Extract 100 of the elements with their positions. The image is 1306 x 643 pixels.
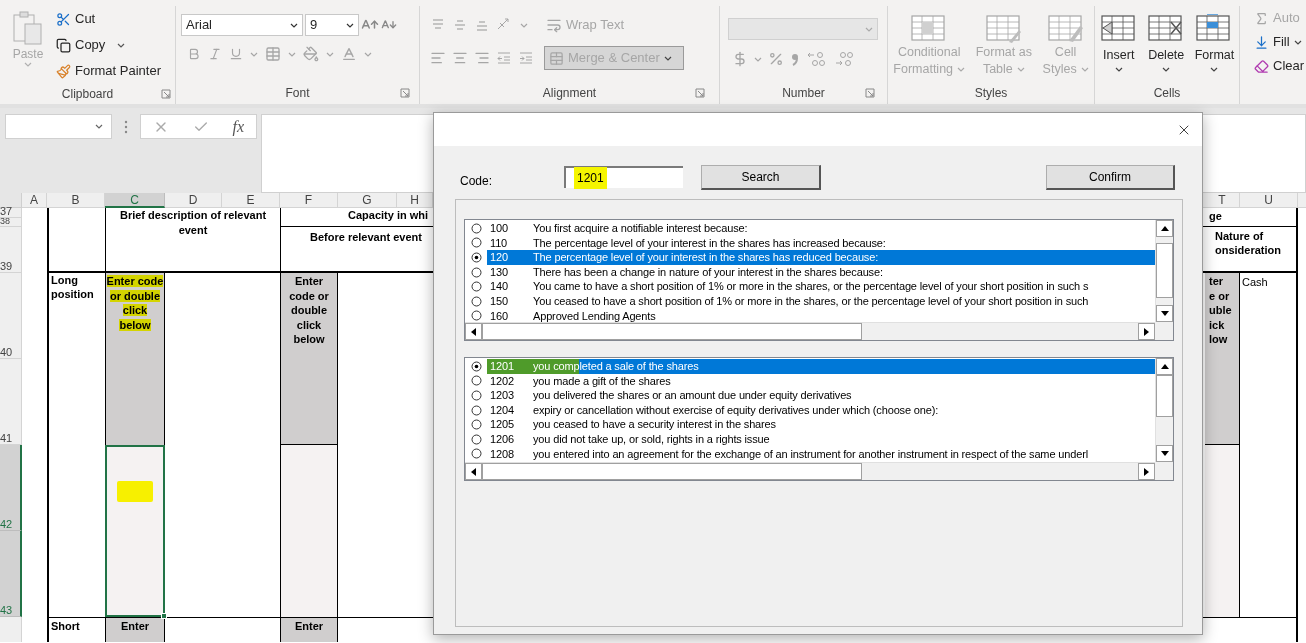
column-header[interactable]: C [105,193,165,208]
horizontal-scrollbar[interactable] [465,322,1155,340]
scroll-left-button[interactable] [465,463,482,480]
cells-button[interactable]: Delete [1147,14,1186,82]
code-field[interactable]: 1201 [564,166,683,188]
font-size-dropdown[interactable]: 9 [305,14,359,36]
scroll-thumb[interactable] [1156,243,1173,298]
selected-cell[interactable] [105,445,165,617]
scroll-down-button[interactable] [1156,445,1173,462]
vertical-scrollbar[interactable] [1155,220,1173,322]
input-cell[interactable] [1205,445,1240,617]
clipboard-icon [12,10,44,46]
cut-button[interactable]: Cut [56,6,161,32]
search-button[interactable]: Search [701,164,821,190]
row-header[interactable]: 41 [0,359,22,445]
list-item[interactable]: 120 The percentage level of your interest in the shares has reduced because: [487,250,1155,265]
scroll-down-button[interactable] [1156,305,1173,322]
row-header[interactable]: 39 [0,227,22,273]
radio-button[interactable] [470,266,482,278]
list-item[interactable]: 150 You ceased to have a short position of 1% or more in the shares, or the percentage level of your short position in such [487,293,1155,309]
column-header[interactable]: B [47,193,105,208]
fill-handle[interactable] [161,613,167,619]
column-header[interactable]: G [338,193,397,208]
input-cell[interactable]: ter e or uble ick low [1205,273,1240,445]
list-item[interactable]: 130 There has been a change in nature of your interest in the shares because: [487,264,1155,280]
radio-button[interactable] [470,390,482,401]
group-label: Alignment [542,85,597,102]
list-item[interactable]: 1202 you made a gift of the shares [487,373,1155,389]
scroll-left-button[interactable] [465,323,482,340]
left-arrow-icon [471,467,476,476]
dialog-launcher-icon[interactable] [161,89,171,99]
select-all-corner[interactable] [0,193,22,208]
format-painter-button[interactable]: Format Painter [56,58,161,84]
column-header[interactable]: E [222,193,280,208]
font-name-dropdown[interactable]: Arial [181,14,303,36]
radio-button[interactable] [470,360,482,372]
column-header[interactable]: F [280,193,338,208]
horizontal-scrollbar[interactable] [465,462,1155,480]
row-header[interactable]: 42 [0,445,22,531]
radio-button[interactable] [470,419,482,431]
confirm-button[interactable]: Confirm [1046,164,1175,190]
radio-button[interactable] [470,310,482,322]
table-brush-icon [1046,14,1085,44]
list-item[interactable]: 100 You first acquire a notifiable interest because: [487,221,1155,236]
column-heading: ge [1209,210,1222,222]
clear-button[interactable]: Clear [1254,56,1306,76]
input-cell[interactable]: Enter [105,617,165,642]
insert-function-button[interactable]: fx [232,114,245,139]
cells-button[interactable]: Format [1194,14,1235,82]
caret-icon [957,67,966,72]
radio-button[interactable] [470,281,482,293]
scissors-icon [56,11,71,27]
radio-button[interactable] [470,448,482,460]
caret-icon [117,42,126,48]
radio-button[interactable] [470,404,482,416]
radio-button[interactable] [470,433,482,445]
radio-button[interactable] [470,375,482,387]
list-item[interactable]: 1204 expiry or cancellation without exercise of equity derivatives under which (choose one): [487,402,1155,418]
row-header[interactable]: 43 [0,531,22,617]
dialog-launcher-icon[interactable] [400,88,410,98]
list-item[interactable]: 1206 you did not take up, or sold, rights in a rights issue [487,431,1155,447]
radio-button[interactable] [470,295,482,307]
list-item[interactable]: 1205 you ceased to have a security interest in the shares [487,417,1155,432]
caret-icon [1162,66,1171,72]
dialog-launcher-icon[interactable] [695,88,705,98]
input-cell[interactable] [280,445,338,617]
vertical-scrollbar[interactable] [1155,358,1173,462]
group-label: Clipboard [61,86,114,103]
scroll-thumb[interactable] [482,463,862,480]
fill-down-icon [1254,34,1269,50]
column-header[interactable]: A [22,193,47,208]
copy-button[interactable]: Copy [56,32,161,58]
down-arrow-icon [1160,451,1169,456]
row-header[interactable]: 40 [0,273,22,359]
column-header[interactable]: H [397,193,433,208]
radio-button[interactable] [470,222,482,234]
radio-button[interactable] [470,252,482,263]
column-header[interactable]: T [1205,193,1240,208]
column-header[interactable]: U [1240,193,1298,208]
list-item[interactable]: 140 You came to have a short position of 1% or more in the shares, or the percentage level of your short position in such s [487,279,1155,294]
input-cell[interactable]: Enter [280,617,338,642]
dialog-launcher-icon[interactable] [865,88,875,98]
scroll-right-button[interactable] [1138,323,1155,340]
scroll-thumb[interactable] [482,323,862,340]
row-header[interactable]: 37 [0,208,22,218]
input-cell[interactable]: Enter code or double click below [105,273,165,445]
scroll-up-button[interactable] [1156,220,1173,237]
scroll-right-button[interactable] [1138,463,1155,480]
scroll-up-button[interactable] [1156,358,1173,375]
list-item[interactable]: 110 The percentage level of your interest in the shares has increased because: [487,235,1155,251]
cells-button[interactable]: Insert [1099,14,1138,82]
caret-icon [754,56,762,62]
fill-button[interactable]: Fill [1254,32,1306,52]
input-cell[interactable]: Enter code or double click below [280,273,338,445]
scroll-thumb[interactable] [1156,375,1173,417]
radio-button[interactable] [470,237,482,249]
column-header[interactable]: D [165,193,222,208]
list-item[interactable]: 1203 you delivered the shares or an amount due under equity derivatives [487,388,1155,403]
list-item[interactable]: 1208 you entered into an agreement for the exchange of an instrument for another instrument in respect of the same underl [487,446,1155,462]
list-item[interactable]: 160 Approved Lending Agents [487,308,1155,322]
